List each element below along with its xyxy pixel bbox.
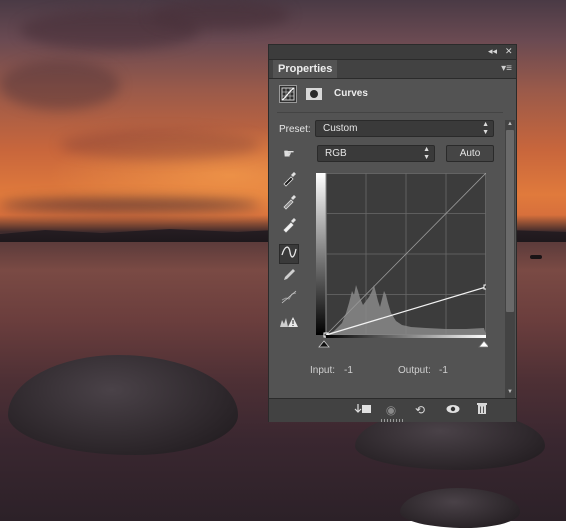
properties-panel: ◂◂ ✕ Properties ▾≡ Curves Preset: Custom… bbox=[268, 44, 517, 422]
divider bbox=[277, 112, 503, 113]
panel-titlebar[interactable]: ◂◂ ✕ bbox=[269, 45, 516, 60]
curve-point-white[interactable] bbox=[483, 284, 486, 290]
eye-icon[interactable] bbox=[443, 402, 463, 418]
input-label: Input: bbox=[310, 365, 336, 376]
channel-value: RGB bbox=[325, 148, 347, 159]
rock bbox=[8, 355, 238, 455]
auto-button[interactable]: Auto bbox=[446, 145, 494, 162]
output-label: Output: bbox=[398, 365, 431, 376]
curves-graph[interactable] bbox=[316, 173, 486, 338]
input-gradient-bar bbox=[326, 335, 486, 338]
tab-properties[interactable]: Properties bbox=[273, 60, 338, 78]
trash-icon[interactable] bbox=[472, 402, 492, 418]
channel-select[interactable]: RGB ▲ ▼ bbox=[317, 145, 435, 162]
panel-menu-icon[interactable]: ▾≡ bbox=[501, 63, 512, 74]
black-point-slider[interactable] bbox=[318, 340, 330, 348]
rock bbox=[400, 488, 520, 528]
black-eyedropper-icon[interactable] bbox=[279, 171, 299, 191]
boat bbox=[530, 255, 542, 259]
preset-value: Custom bbox=[323, 123, 358, 134]
gray-eyedropper-icon[interactable] bbox=[279, 194, 299, 214]
mask-icon[interactable] bbox=[305, 85, 323, 103]
curves-adjustment-icon[interactable] bbox=[279, 85, 297, 103]
output-gradient-bar bbox=[316, 173, 326, 335]
output-value: -1 bbox=[439, 365, 448, 376]
preset-label: Preset: bbox=[279, 124, 311, 135]
resize-grip[interactable] bbox=[381, 419, 403, 422]
reset-icon[interactable]: ⟲ bbox=[410, 402, 430, 418]
double-chevron-left-icon[interactable]: ◂◂ bbox=[488, 46, 497, 57]
preset-select[interactable]: Custom ▲ ▼ bbox=[315, 120, 494, 137]
input-value: -1 bbox=[344, 365, 353, 376]
curve-points-icon[interactable] bbox=[279, 244, 299, 264]
chevron-updown-icon: ▲ ▼ bbox=[482, 121, 489, 136]
white-eyedropper-icon[interactable] bbox=[279, 217, 299, 237]
view-previous-state-icon[interactable]: ◉ bbox=[381, 402, 401, 418]
white-point-slider[interactable] bbox=[478, 340, 488, 348]
hand-targeted-adjust-icon[interactable]: ☛ bbox=[279, 144, 299, 164]
scroll-up-icon[interactable]: ▲ bbox=[506, 120, 514, 128]
chevron-updown-icon: ▲ ▼ bbox=[423, 146, 430, 161]
clip-to-layer-icon[interactable] bbox=[353, 402, 373, 418]
pencil-icon[interactable] bbox=[279, 267, 299, 287]
input-sliders[interactable] bbox=[316, 339, 488, 349]
tab-bar: Properties ▾≡ bbox=[269, 60, 516, 79]
panel-scrollbar[interactable]: ▲ ▼ bbox=[505, 120, 515, 398]
clipping-warning-icon[interactable] bbox=[279, 315, 299, 335]
smooth-curve-icon[interactable] bbox=[279, 290, 299, 310]
scroll-thumb[interactable] bbox=[506, 130, 514, 312]
panel-bottom-toolbar: ◉ ⟲ bbox=[269, 398, 516, 422]
scroll-down-icon[interactable]: ▼ bbox=[506, 388, 514, 396]
close-icon[interactable]: ✕ bbox=[505, 46, 513, 57]
adjustment-title: Curves bbox=[334, 88, 368, 99]
